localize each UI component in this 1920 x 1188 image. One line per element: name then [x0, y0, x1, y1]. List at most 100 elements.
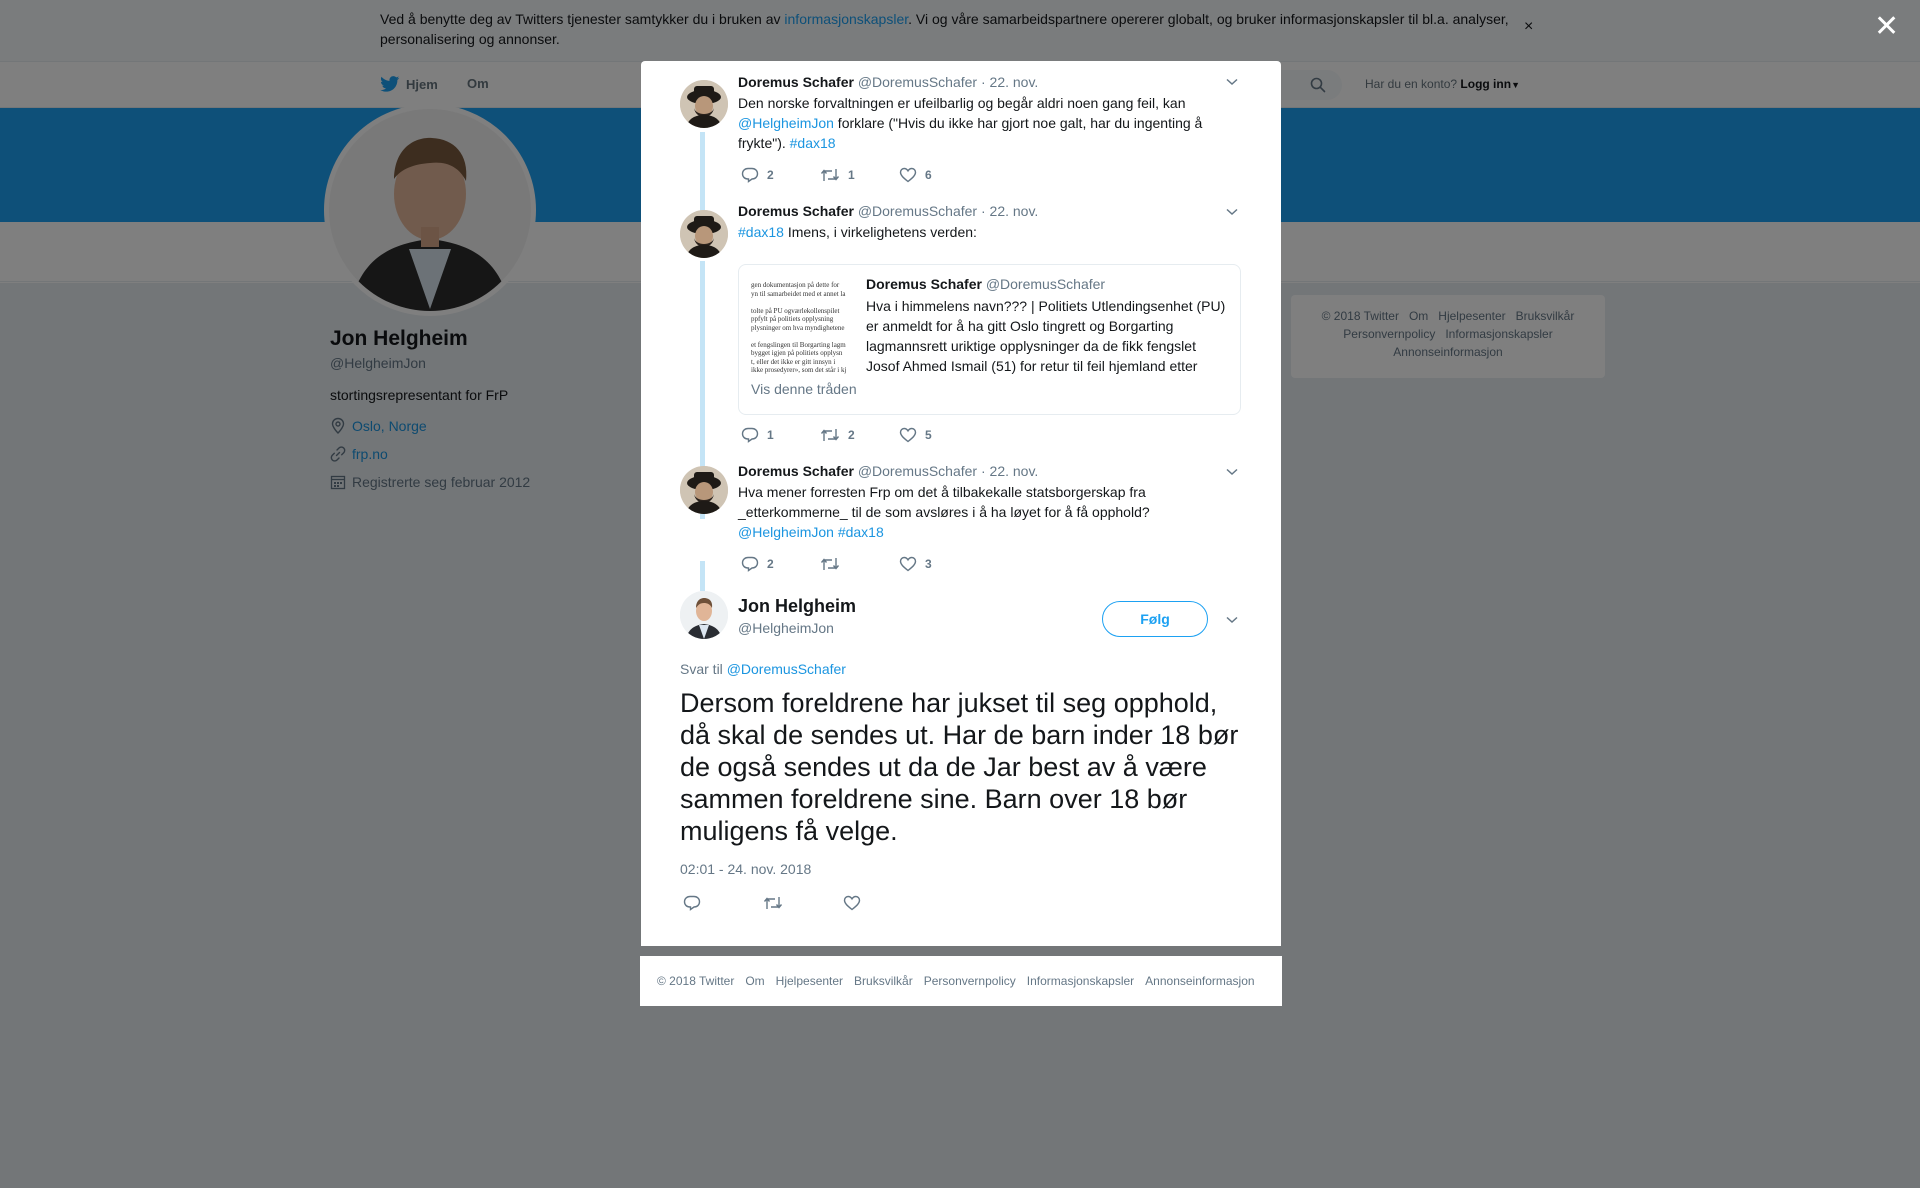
image-text-line: yn til samarbeidet med et annet la: [751, 289, 846, 298]
image-text-line: ppfylt på politiets opplysning: [751, 315, 834, 323]
image-text-line: plysninger om hva myndighetene: [751, 323, 845, 332]
quoted-tweet-image: gen dokumentasjon på dette for yn til sa…: [751, 281, 857, 385]
reply-count: 1: [767, 428, 774, 442]
thread-line: [700, 132, 705, 221]
chevron-down-icon[interactable]: [1226, 616, 1238, 624]
retweet-icon: [820, 169, 840, 181]
tweet-author-name[interactable]: Doremus Schafer: [738, 74, 854, 90]
tweet-date[interactable]: · 22. nov.: [981, 463, 1038, 479]
tweet-author-handle[interactable]: @DoremusSchafer: [858, 463, 977, 479]
main-tweet-author-handle[interactable]: @HelgheimJon: [738, 620, 834, 636]
quoted-author-handle: @DoremusSchafer: [985, 276, 1106, 292]
retweet-icon: [820, 558, 840, 570]
like-button[interactable]: [843, 895, 923, 911]
footer-terms[interactable]: Bruksvilkår: [854, 974, 913, 988]
tweet-header: Doremus Schafer @DoremusSchafer · 22. no…: [738, 74, 1038, 90]
reply-icon: [741, 427, 759, 443]
reply-icon: [741, 556, 759, 572]
retweet-button[interactable]: [763, 895, 843, 911]
tweet-author-name[interactable]: Doremus Schafer: [738, 203, 854, 219]
tweet-date[interactable]: · 22. nov.: [981, 203, 1038, 219]
like-button[interactable]: 5: [899, 427, 978, 443]
retweet-icon: [820, 429, 840, 441]
tweet-text: Den norske forvaltningen er ufeilbarlig …: [738, 93, 1218, 153]
like-icon: [843, 895, 861, 911]
quoted-tweet-text: Hva i himmelens navn??? | Politiets Utle…: [866, 298, 1226, 374]
reply-to-label: Svar til: [680, 661, 727, 677]
main-tweet-actions: [683, 895, 923, 911]
retweet-count: 2: [848, 428, 855, 442]
tweet-date[interactable]: · 22. nov.: [981, 74, 1038, 90]
hashtag-link[interactable]: #dax18: [738, 224, 784, 240]
close-icon[interactable]: ✕: [1874, 12, 1899, 42]
reply-to-line: Svar til @DoremusSchafer: [680, 661, 846, 677]
image-text-line: [751, 298, 857, 307]
tweet-header: Doremus Schafer @DoremusSchafer · 22. no…: [738, 203, 1038, 219]
retweet-button[interactable]: 1: [820, 167, 899, 183]
modal-footer: © 2018 Twitter Om Hjelpesenter Bruksvilk…: [640, 956, 1282, 1006]
reply-button[interactable]: [683, 895, 763, 911]
footer-about[interactable]: Om: [745, 974, 764, 988]
thread-line: [700, 561, 705, 591]
chevron-down-icon[interactable]: [1226, 78, 1238, 86]
reply-button[interactable]: 2: [741, 556, 820, 572]
hashtag-link[interactable]: #dax18: [790, 135, 836, 151]
image-text-line: gen dokumentasjon på dette for: [751, 281, 840, 289]
main-tweet-avatar[interactable]: [680, 591, 728, 639]
like-count: 3: [925, 557, 932, 571]
footer-help[interactable]: Hjelpesenter: [776, 974, 843, 988]
like-icon: [899, 167, 917, 183]
footer-ads-info[interactable]: Annonseinformasjon: [1145, 974, 1254, 988]
hashtag-link[interactable]: #dax18: [838, 524, 884, 540]
reply-icon: [683, 895, 701, 911]
tweet-author-handle[interactable]: @DoremusSchafer: [858, 74, 977, 90]
like-count: 5: [925, 428, 932, 442]
tweet-author-handle[interactable]: @DoremusSchafer: [858, 203, 977, 219]
reply-icon: [741, 167, 759, 183]
tweet-header: Doremus Schafer @DoremusSchafer · 22. no…: [738, 463, 1038, 479]
mention-link[interactable]: @HelgheimJon: [738, 115, 834, 131]
follow-button[interactable]: Følg: [1102, 601, 1208, 637]
tweet-modal: Doremus Schafer @DoremusSchafer · 22. no…: [641, 61, 1281, 946]
image-text-line: ikke prosedyrer», som det står i kj: [751, 366, 847, 374]
tweet-text-part: Hva mener forresten Frp om det å tilbake…: [738, 484, 1150, 520]
footer-cookies[interactable]: Informasjonskapsler: [1027, 974, 1134, 988]
reply-count: 2: [767, 168, 774, 182]
chevron-down-icon[interactable]: [1226, 468, 1238, 476]
retweet-button[interactable]: [820, 556, 899, 572]
like-icon: [899, 427, 917, 443]
like-icon: [899, 556, 917, 572]
like-button[interactable]: 6: [899, 167, 978, 183]
retweet-count: 1: [848, 168, 855, 182]
main-tweet-author-name[interactable]: Jon Helgheim: [738, 596, 856, 617]
like-count: 6: [925, 168, 932, 182]
tweet-actions: 1 2 5: [741, 427, 978, 443]
tweet-actions: 2 3: [741, 556, 978, 572]
show-thread-link[interactable]: Vis denne tråden: [751, 381, 857, 397]
reply-button[interactable]: 2: [741, 167, 820, 183]
quoted-author-name: Doremus Schafer: [866, 276, 982, 292]
footer-privacy[interactable]: Personvernpolicy: [924, 974, 1016, 988]
tweet-actions: 2 1 6: [741, 167, 978, 183]
retweet-icon: [763, 897, 783, 909]
main-tweet-text: Dersom foreldrene har jukset til seg opp…: [680, 688, 1239, 846]
tweet-avatar[interactable]: [680, 80, 728, 128]
image-text-line: et fengslingen til Borgarting lagm: [751, 340, 846, 349]
reply-to-mention[interactable]: @DoremusSchafer: [727, 661, 846, 677]
tweet-avatar[interactable]: [680, 466, 728, 514]
image-text-line: tolte på PU ogværlekollenspilet: [751, 306, 840, 315]
like-button[interactable]: 3: [899, 556, 978, 572]
tweet-avatar[interactable]: [680, 210, 728, 258]
tweet-text: Hva mener forresten Frp om det å tilbake…: [738, 482, 1218, 542]
retweet-button[interactable]: 2: [820, 427, 899, 443]
quoted-tweet-header: Doremus Schafer @DoremusSchafer: [866, 276, 1105, 292]
reply-button[interactable]: 1: [741, 427, 820, 443]
image-text-line: [751, 332, 857, 341]
tweet-text-part: Imens, i virkelighetens verden:: [783, 224, 977, 240]
tweet-author-name[interactable]: Doremus Schafer: [738, 463, 854, 479]
image-text-line: bygget igjen på politiets opplysn: [751, 349, 843, 357]
mention-link[interactable]: @HelgheimJon: [738, 524, 834, 540]
chevron-down-icon[interactable]: [1226, 208, 1238, 216]
quoted-tweet-card[interactable]: gen dokumentasjon på dette for yn til sa…: [738, 264, 1241, 415]
main-tweet-timestamp[interactable]: 02:01 - 24. nov. 2018: [680, 861, 811, 877]
